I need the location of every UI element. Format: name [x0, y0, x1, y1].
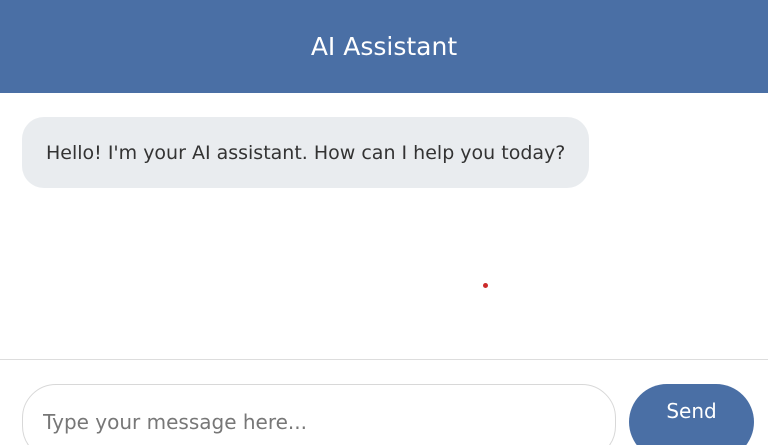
send-button[interactable]: Send [629, 384, 754, 445]
composer-bar: Send [0, 359, 768, 445]
chat-app: AI Assistant Hello! I'm your AI assistan… [0, 0, 768, 445]
message-input[interactable] [22, 384, 616, 445]
mouse-cursor-dot [483, 283, 488, 288]
message-list[interactable]: Hello! I'm your AI assistant. How can I … [0, 93, 768, 359]
assistant-message-bubble: Hello! I'm your AI assistant. How can I … [22, 117, 590, 188]
page-title: AI Assistant [310, 32, 458, 61]
message-text: Hello! I'm your AI assistant. How can I … [46, 141, 566, 164]
app-header: AI Assistant [0, 0, 768, 93]
